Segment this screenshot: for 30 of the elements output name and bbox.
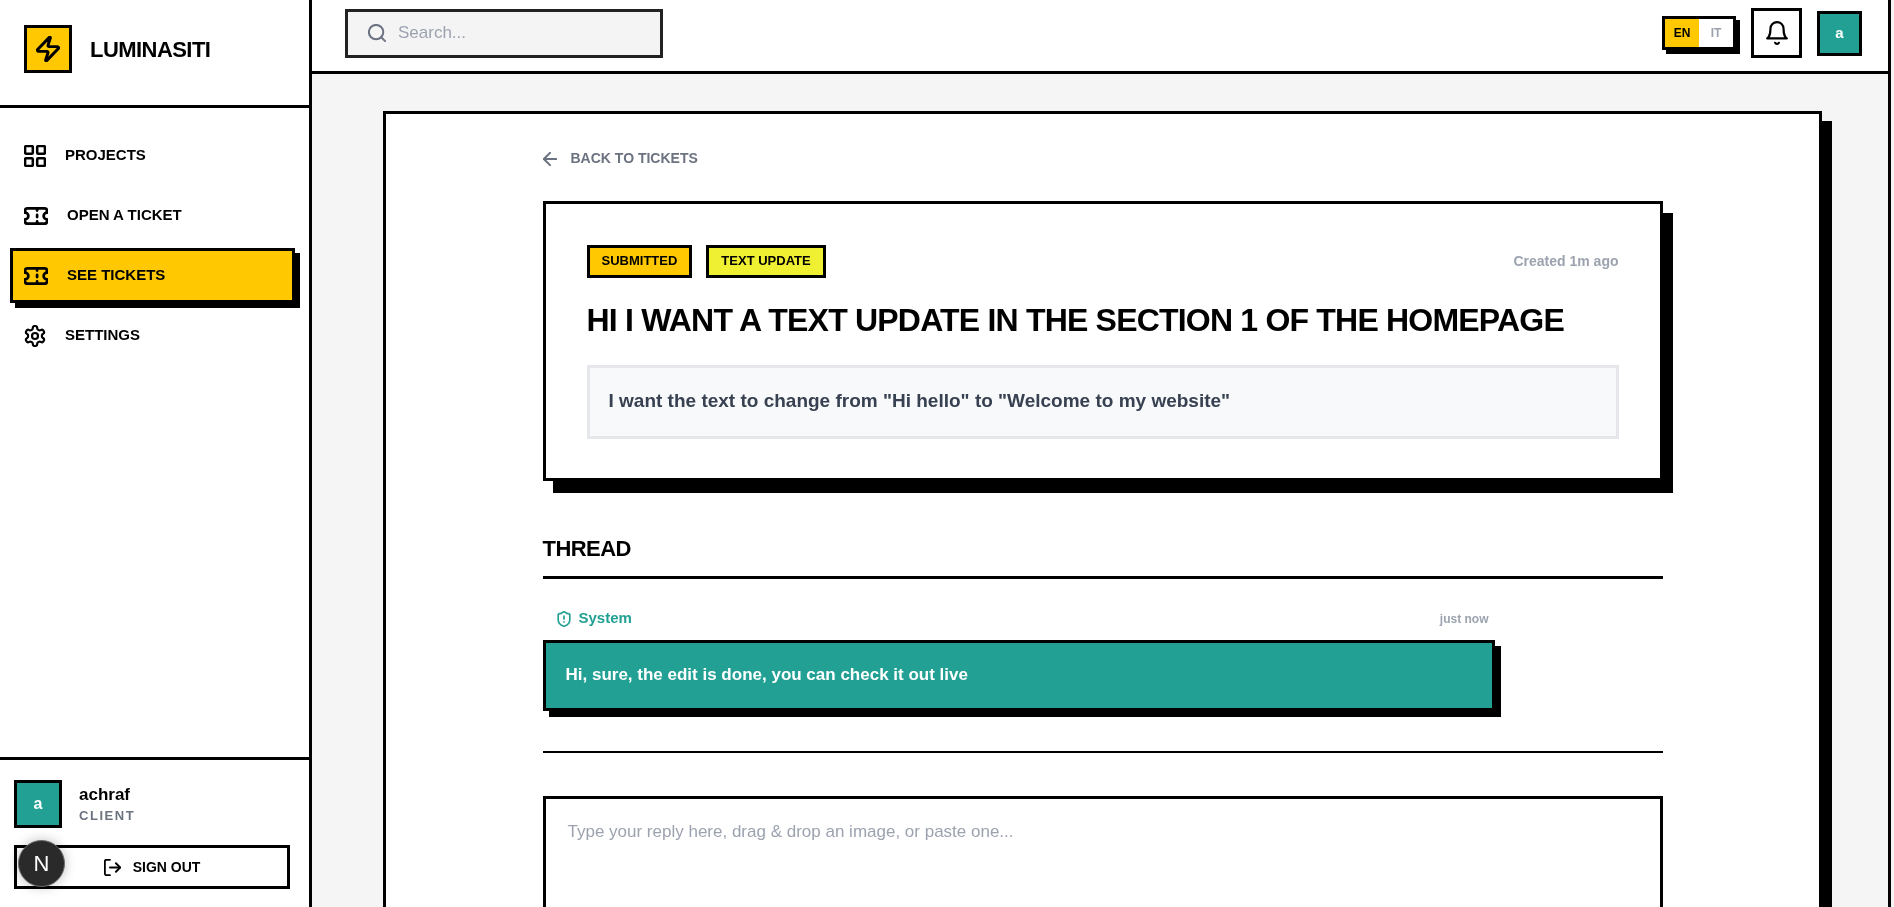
brand-name: LUMINASITI bbox=[90, 35, 211, 64]
user-role: CLIENT bbox=[79, 807, 136, 824]
ticket-icon bbox=[24, 206, 48, 225]
logout-icon bbox=[103, 858, 121, 876]
user-avatar: a bbox=[14, 780, 62, 828]
search-icon bbox=[368, 23, 386, 42]
message-text: Hi, sure, the edit is done, you can check it out live bbox=[565, 664, 968, 687]
user-name: achraf bbox=[79, 784, 132, 805]
sidebar-item[interactable]: PROJECTS bbox=[10, 128, 295, 183]
status-tag: SUBMITTED bbox=[586, 244, 693, 278]
grid-icon bbox=[24, 144, 46, 167]
lightning-icon bbox=[24, 25, 72, 73]
reply-field[interactable]: Type your reply here, drag & drop an image, or paste one... bbox=[542, 795, 1663, 907]
ticket-icon bbox=[24, 266, 48, 285]
shield-icon bbox=[556, 610, 571, 627]
sidebar-item[interactable]: OPEN A TICKET bbox=[10, 188, 295, 243]
ticket-description: I want the text to change from "Hi hello" to "Welcome to my website" bbox=[608, 389, 1231, 414]
back-link[interactable]: BACK TO TICKETS bbox=[542, 148, 698, 169]
status-tag: TEXT UPDATE bbox=[706, 244, 826, 278]
settings-icon bbox=[24, 324, 46, 347]
message-author: System bbox=[578, 608, 632, 629]
search-field[interactable]: Search... bbox=[345, 8, 663, 58]
ticket-title: HI I WANT A TEXT UPDATE IN THE SECTION 1 OF THE HOMEPAGE bbox=[586, 301, 1565, 338]
thread-title: THREAD bbox=[542, 534, 632, 563]
created-time: Created 1m ago bbox=[1513, 251, 1619, 271]
notifications-button[interactable] bbox=[1751, 8, 1802, 58]
language-option[interactable]: EN bbox=[1665, 19, 1699, 47]
message-time: just now bbox=[1439, 610, 1490, 628]
sidebar-item[interactable]: SETTINGS bbox=[10, 308, 295, 363]
bell-icon bbox=[1765, 21, 1788, 45]
